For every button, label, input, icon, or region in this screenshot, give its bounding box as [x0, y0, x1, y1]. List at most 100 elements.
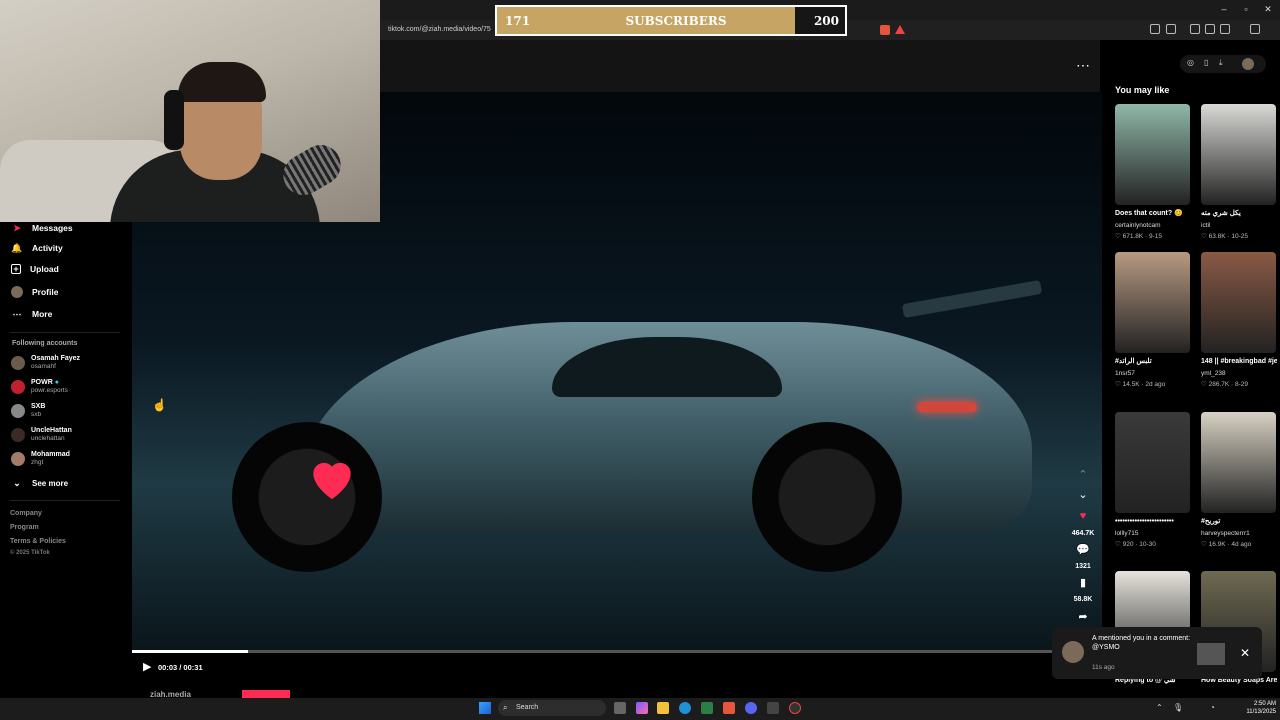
close-window-icon[interactable]: ✕ [1258, 4, 1278, 15]
extension-icon[interactable] [1166, 24, 1176, 34]
video-top-bar [380, 40, 1100, 92]
share-icon[interactable]: ➦ [1074, 610, 1092, 623]
webcam-overlay [0, 0, 380, 222]
card-title[interactable]: Does that count? 😊 [1115, 209, 1191, 218]
card-title[interactable]: يكل شري مته [1201, 209, 1277, 218]
following-account[interactable]: UncleHattan unclehattan [11, 427, 72, 443]
you-may-like-heading: You may like [1115, 85, 1170, 95]
wallet-icon[interactable] [1220, 24, 1230, 34]
account-handle: unclehattan [31, 435, 65, 442]
notification-thumbnail [1197, 643, 1225, 665]
bookmark-icon[interactable]: ▮ [1074, 576, 1092, 589]
video-thumbnail[interactable] [1115, 252, 1190, 353]
compass-icon[interactable]: ◎ [1187, 58, 1194, 67]
user-avatar[interactable] [1242, 58, 1254, 70]
nav-activity[interactable]: 🔔 Activity [11, 242, 63, 254]
follow-button[interactable] [242, 690, 290, 698]
task-view-icon[interactable] [614, 702, 626, 714]
following-account[interactable]: Osamah Fayez osamahf [11, 355, 80, 371]
bell-icon: 🔔 [11, 242, 23, 253]
following-account[interactable]: SXB sxb [11, 403, 45, 419]
like-count: 464.7K [1071, 530, 1095, 537]
brave-rewards-icon[interactable] [895, 25, 905, 34]
windows-start-icon[interactable] [479, 702, 491, 714]
video-thumbnail[interactable] [1115, 412, 1190, 513]
brave-shield-icon[interactable] [880, 25, 890, 35]
account-handle: zhgt [31, 459, 44, 466]
maximize-icon[interactable]: ▫ [1236, 4, 1256, 14]
notification-text: A mentioned you in a comment: @YSMO [1092, 635, 1191, 651]
chevron-up-icon[interactable]: ⌃ [1156, 703, 1163, 712]
save-count: 58.8K [1073, 596, 1093, 603]
nav-more[interactable]: ⋯ More [11, 308, 53, 320]
card-title[interactable]: #تلبس الراتد [1115, 357, 1191, 366]
card-stats: ♡ 286.7K · 8-29 [1201, 381, 1249, 388]
account-name: Mohammad [31, 451, 70, 458]
account-name: UncleHattan [31, 427, 72, 434]
store-icon[interactable] [701, 702, 713, 714]
nav-upload[interactable]: + Upload [11, 264, 59, 274]
extension-icon[interactable] [1150, 24, 1160, 34]
obs-icon[interactable] [789, 702, 801, 714]
wifi-icon[interactable]: ◔ [1210, 703, 1215, 712]
divider [10, 500, 120, 501]
see-more-button[interactable]: ⌄ See more [11, 477, 68, 489]
phone-icon[interactable]: ▯ [1204, 58, 1208, 67]
footer-company[interactable]: Company [10, 510, 42, 517]
video-thumbnail[interactable] [1201, 252, 1276, 353]
minimize-icon[interactable]: – [1214, 4, 1234, 14]
close-icon[interactable]: ✕ [1240, 646, 1250, 660]
file-explorer-icon[interactable] [657, 702, 669, 714]
play-icon[interactable]: ▶ [143, 660, 151, 673]
sidebar-icon[interactable] [1205, 24, 1215, 34]
footer-program[interactable]: Program [10, 524, 39, 531]
taskbar-search[interactable]: Search [498, 700, 606, 716]
chevron-down-icon[interactable]: ⌄ [1074, 488, 1092, 501]
card-author[interactable]: lollly715 [1115, 530, 1191, 537]
card-stats: ♡ 671.8K · 9-15 [1115, 233, 1163, 240]
card-author[interactable]: ictil [1201, 222, 1277, 229]
video-progress-bar[interactable] [132, 650, 1102, 653]
verified-icon: ● [54, 379, 59, 386]
card-author[interactable]: 1nsr57 [1115, 370, 1191, 377]
brave-icon[interactable] [723, 702, 735, 714]
comment-icon[interactable]: 💬 [1074, 543, 1092, 556]
chevron-up-icon[interactable]: ⌃ [1074, 468, 1092, 481]
app-icon[interactable] [767, 702, 779, 714]
avatar [11, 404, 25, 418]
card-title[interactable]: #توريح [1201, 517, 1277, 526]
copilot-icon[interactable] [636, 702, 648, 714]
card-title[interactable]: •••••••••••••••••••••••• [1115, 517, 1191, 526]
divider [10, 332, 120, 333]
card-author[interactable]: certainlynotcam [1115, 222, 1191, 229]
card-author[interactable]: harveyspecterrr1 [1201, 530, 1277, 537]
following-account[interactable]: POWR ● powr.esports [11, 379, 68, 395]
card-stats: ♡ 63.8K · 10-25 [1201, 233, 1249, 240]
edge-icon[interactable] [679, 702, 691, 714]
card-title[interactable]: 148 || #breakingbad #jessiepinkman... [1201, 357, 1277, 366]
like-icon[interactable]: ♥ [1074, 510, 1092, 522]
video-progress-fill [132, 650, 249, 653]
webcam-person-hair [178, 62, 266, 102]
plus-square-icon: + [11, 264, 21, 274]
download-icon[interactable]: ⤓ [1219, 58, 1223, 68]
avatar [1062, 641, 1084, 663]
more-options-icon[interactable]: ⋯ [1076, 57, 1090, 74]
video-thumbnail[interactable] [1201, 104, 1276, 205]
nav-profile[interactable]: Profile [11, 286, 58, 298]
microphone-icon[interactable]: 🎙 [1173, 703, 1183, 712]
discord-icon[interactable] [745, 702, 757, 714]
video-thumbnail[interactable] [1201, 412, 1276, 513]
see-more-label: See more [32, 478, 69, 488]
card-author[interactable]: yml_238 [1201, 370, 1277, 377]
video-thumbnail[interactable] [1115, 104, 1190, 205]
footer-terms[interactable]: Terms & Policies [10, 538, 66, 545]
nav-messages[interactable]: ➤ Messages [11, 222, 72, 234]
nav-label: Activity [32, 243, 63, 253]
taskbar-clock[interactable]: 2:50 AM 11/13/2025 [1236, 700, 1276, 716]
shield-icon[interactable] [1250, 24, 1260, 34]
following-account[interactable]: Mohammad zhgt [11, 451, 70, 467]
nav-label: More [32, 309, 53, 319]
music-icon[interactable] [1190, 24, 1200, 34]
car-rear-wheel [752, 422, 902, 572]
